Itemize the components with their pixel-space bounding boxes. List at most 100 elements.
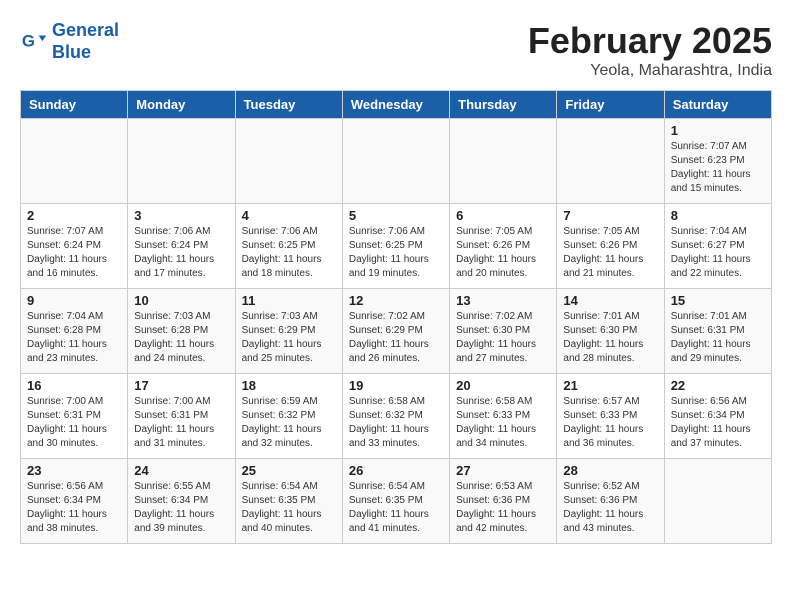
logo-line2: Blue	[52, 42, 91, 62]
day-info: Sunrise: 6:58 AM Sunset: 6:32 PM Dayligh…	[349, 395, 443, 451]
header-cell-friday: Friday	[557, 91, 664, 119]
day-cell	[557, 119, 664, 204]
day-number: 10	[134, 293, 228, 308]
header-row: SundayMondayTuesdayWednesdayThursdayFrid…	[21, 91, 772, 119]
day-number: 19	[349, 378, 443, 393]
day-cell: 3Sunrise: 7:06 AM Sunset: 6:24 PM Daylig…	[128, 204, 235, 289]
week-row-4: 23Sunrise: 6:56 AM Sunset: 6:34 PM Dayli…	[21, 459, 772, 544]
day-cell: 14 Sunrise: 7:01 AM Sunset: 6:30 PM Dayli…	[557, 289, 664, 374]
day-info: Sunrise: 7:07 AM Sunset: 6:23 PM Dayligh…	[671, 140, 765, 196]
svg-text:G: G	[22, 31, 35, 50]
day-number: 11	[242, 293, 336, 308]
day-number: 25	[242, 463, 336, 478]
day-info: Sunrise: 7:04 AM Sunset: 6:27 PM Dayligh…	[671, 225, 765, 281]
header-cell-monday: Monday	[128, 91, 235, 119]
day-number: 16	[27, 378, 121, 393]
day-cell: 7 Sunrise: 7:05 AM Sunset: 6:26 PM Daylig…	[557, 204, 664, 289]
day-info: Sunrise: 7:06 AM Sunset: 6:25 PM Dayligh…	[349, 225, 443, 281]
day-cell	[21, 119, 128, 204]
day-info: Sunrise: 7:02 AM Sunset: 6:30 PM Dayligh…	[456, 310, 550, 366]
title-block: February 2025 Yeola, Maharashtra, India	[528, 20, 772, 80]
day-info: Sunrise: 6:57 AM Sunset: 6:33 PM Dayligh…	[563, 395, 657, 451]
header-cell-tuesday: Tuesday	[235, 91, 342, 119]
day-cell: 8Sunrise: 7:04 AM Sunset: 6:27 PM Daylig…	[664, 204, 771, 289]
day-info: Sunrise: 7:00 AM Sunset: 6:31 PM Dayligh…	[27, 395, 121, 451]
header-cell-saturday: Saturday	[664, 91, 771, 119]
month-title: February 2025	[528, 20, 772, 62]
day-number: 20	[456, 378, 550, 393]
day-cell: 20 Sunrise: 6:58 AM Sunset: 6:33 PM Dayli…	[450, 374, 557, 459]
day-info: Sunrise: 6:56 AM Sunset: 6:34 PM Dayligh…	[671, 395, 765, 451]
day-number: 23	[27, 463, 121, 478]
day-info: Sunrise: 7:01 AM Sunset: 6:30 PM Dayligh…	[563, 310, 657, 366]
day-info: Sunrise: 6:59 AM Sunset: 6:32 PM Dayligh…	[242, 395, 336, 451]
day-number: 14	[563, 293, 657, 308]
calendar-table: SundayMondayTuesdayWednesdayThursdayFrid…	[20, 90, 772, 544]
day-info: Sunrise: 7:01 AM Sunset: 6:31 PM Dayligh…	[671, 310, 765, 366]
day-info: Sunrise: 6:53 AM Sunset: 6:36 PM Dayligh…	[456, 480, 550, 536]
day-cell: 10 Sunrise: 7:03 AM Sunset: 6:28 PM Dayli…	[128, 289, 235, 374]
day-info: Sunrise: 6:54 AM Sunset: 6:35 PM Dayligh…	[349, 480, 443, 536]
day-info: Sunrise: 7:06 AM Sunset: 6:24 PM Dayligh…	[134, 225, 228, 281]
day-number: 22	[671, 378, 765, 393]
day-info: Sunrise: 7:00 AM Sunset: 6:31 PM Dayligh…	[134, 395, 228, 451]
logo: G General Blue	[20, 20, 119, 63]
day-info: Sunrise: 6:54 AM Sunset: 6:35 PM Dayligh…	[242, 480, 336, 536]
logo-icon: G	[20, 28, 48, 56]
day-cell: 18 Sunrise: 6:59 AM Sunset: 6:32 PM Dayli…	[235, 374, 342, 459]
day-cell: 22 Sunrise: 6:56 AM Sunset: 6:34 PM Dayli…	[664, 374, 771, 459]
day-cell: 15 Sunrise: 7:01 AM Sunset: 6:31 PM Dayli…	[664, 289, 771, 374]
week-row-1: 2 Sunrise: 7:07 AM Sunset: 6:24 PM Daylig…	[21, 204, 772, 289]
day-cell: 19 Sunrise: 6:58 AM Sunset: 6:32 PM Dayli…	[342, 374, 449, 459]
day-number: 9	[27, 293, 121, 308]
day-number: 2	[27, 208, 121, 223]
header-cell-wednesday: Wednesday	[342, 91, 449, 119]
day-info: Sunrise: 7:06 AM Sunset: 6:25 PM Dayligh…	[242, 225, 336, 281]
day-cell: 6 Sunrise: 7:05 AM Sunset: 6:26 PM Daylig…	[450, 204, 557, 289]
day-cell	[664, 459, 771, 544]
day-number: 15	[671, 293, 765, 308]
day-cell: 9 Sunrise: 7:04 AM Sunset: 6:28 PM Daylig…	[21, 289, 128, 374]
day-number: 6	[456, 208, 550, 223]
day-info: Sunrise: 7:03 AM Sunset: 6:28 PM Dayligh…	[134, 310, 228, 366]
day-number: 5	[349, 208, 443, 223]
day-number: 13	[456, 293, 550, 308]
day-number: 4	[242, 208, 336, 223]
day-cell: 26Sunrise: 6:54 AM Sunset: 6:35 PM Dayli…	[342, 459, 449, 544]
day-cell: 28 Sunrise: 6:52 AM Sunset: 6:36 PM Dayli…	[557, 459, 664, 544]
day-cell: 25 Sunrise: 6:54 AM Sunset: 6:35 PM Dayli…	[235, 459, 342, 544]
day-info: Sunrise: 6:58 AM Sunset: 6:33 PM Dayligh…	[456, 395, 550, 451]
day-number: 24	[134, 463, 228, 478]
day-number: 21	[563, 378, 657, 393]
day-info: Sunrise: 7:05 AM Sunset: 6:26 PM Dayligh…	[456, 225, 550, 281]
day-info: Sunrise: 7:04 AM Sunset: 6:28 PM Dayligh…	[27, 310, 121, 366]
day-cell: 1 Sunrise: 7:07 AM Sunset: 6:23 PM Daylig…	[664, 119, 771, 204]
day-cell: 12 Sunrise: 7:02 AM Sunset: 6:29 PM Dayli…	[342, 289, 449, 374]
day-cell: 11 Sunrise: 7:03 AM Sunset: 6:29 PM Dayli…	[235, 289, 342, 374]
day-cell: 23Sunrise: 6:56 AM Sunset: 6:34 PM Dayli…	[21, 459, 128, 544]
day-number: 27	[456, 463, 550, 478]
day-cell: 5 Sunrise: 7:06 AM Sunset: 6:25 PM Daylig…	[342, 204, 449, 289]
header-cell-thursday: Thursday	[450, 91, 557, 119]
day-cell	[235, 119, 342, 204]
day-info: Sunrise: 7:03 AM Sunset: 6:29 PM Dayligh…	[242, 310, 336, 366]
day-cell: 24 Sunrise: 6:55 AM Sunset: 6:34 PM Dayli…	[128, 459, 235, 544]
day-info: Sunrise: 6:52 AM Sunset: 6:36 PM Dayligh…	[563, 480, 657, 536]
day-cell	[342, 119, 449, 204]
day-info: Sunrise: 7:07 AM Sunset: 6:24 PM Dayligh…	[27, 225, 121, 281]
day-info: Sunrise: 6:55 AM Sunset: 6:34 PM Dayligh…	[134, 480, 228, 536]
day-cell: 2 Sunrise: 7:07 AM Sunset: 6:24 PM Daylig…	[21, 204, 128, 289]
day-number: 1	[671, 123, 765, 138]
day-cell: 4 Sunrise: 7:06 AM Sunset: 6:25 PM Daylig…	[235, 204, 342, 289]
week-row-2: 9 Sunrise: 7:04 AM Sunset: 6:28 PM Daylig…	[21, 289, 772, 374]
day-number: 17	[134, 378, 228, 393]
day-cell: 13 Sunrise: 7:02 AM Sunset: 6:30 PM Dayli…	[450, 289, 557, 374]
day-number: 12	[349, 293, 443, 308]
day-cell: 16 Sunrise: 7:00 AM Sunset: 6:31 PM Dayli…	[21, 374, 128, 459]
day-number: 7	[563, 208, 657, 223]
day-cell	[450, 119, 557, 204]
day-info: Sunrise: 7:02 AM Sunset: 6:29 PM Dayligh…	[349, 310, 443, 366]
day-number: 28	[563, 463, 657, 478]
day-number: 18	[242, 378, 336, 393]
day-info: Sunrise: 7:05 AM Sunset: 6:26 PM Dayligh…	[563, 225, 657, 281]
